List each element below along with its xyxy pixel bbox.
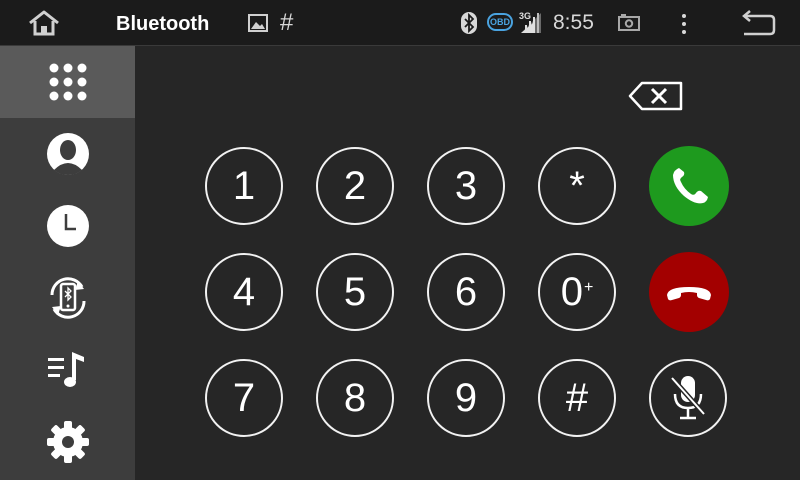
key-9[interactable]: 9 [427, 359, 505, 437]
sidebar-item-dialpad[interactable] [0, 46, 135, 118]
more-icon[interactable] [670, 10, 698, 38]
phone-icon [673, 168, 708, 204]
key-0[interactable]: 0 + [538, 253, 616, 331]
key-0-digit: 0 [560, 270, 583, 314]
gear-icon [46, 421, 89, 463]
key-2[interactable]: 2 [316, 147, 394, 225]
dialpad-icon [49, 63, 86, 101]
dialpad-panel: 1 2 3 * 4 5 6 0 + 7 8 9 # [135, 46, 800, 480]
sidebar-item-contacts[interactable] [0, 118, 135, 190]
call-button[interactable] [649, 146, 729, 226]
picture-icon[interactable] [248, 14, 268, 32]
sidebar-item-call-log[interactable] [0, 190, 135, 262]
contact-icon [46, 133, 89, 175]
key-hash[interactable]: # [538, 359, 616, 437]
key-star[interactable]: * [538, 147, 616, 225]
backspace-button[interactable] [628, 80, 684, 112]
clock-time: 8:55 [553, 11, 594, 34]
back-icon[interactable] [736, 10, 776, 38]
bluetooth-icon [460, 11, 478, 35]
key-5[interactable]: 5 [316, 253, 394, 331]
sidebar-item-settings[interactable] [0, 406, 135, 478]
mic-off-icon [670, 376, 706, 420]
more-dot [682, 30, 686, 34]
clock-icon [46, 205, 89, 247]
key-1[interactable]: 1 [205, 147, 283, 225]
sidebar-item-music[interactable] [0, 334, 135, 406]
key-7[interactable]: 7 [205, 359, 283, 437]
signal-icon: 3G [519, 11, 545, 35]
status-bar: Bluetooth # OBD 3G 8:55 [0, 0, 800, 46]
key-6[interactable]: 6 [427, 253, 505, 331]
mute-button[interactable] [649, 359, 727, 437]
sidebar-item-phone-sync[interactable] [0, 262, 135, 334]
hash-icon[interactable]: # [280, 9, 293, 37]
sidebar [0, 46, 135, 480]
key-3[interactable]: 3 [427, 147, 505, 225]
sync-icon [49, 277, 86, 319]
home-icon [29, 10, 59, 36]
more-dot [682, 14, 686, 18]
hangup-icon [667, 287, 711, 301]
more-dot [682, 22, 686, 26]
backspace-icon [628, 81, 683, 111]
key-4[interactable]: 4 [205, 253, 283, 331]
music-icon [47, 352, 84, 387]
hangup-button[interactable] [649, 252, 729, 332]
screenshot-icon[interactable] [618, 14, 640, 32]
home-button[interactable] [24, 8, 64, 38]
key-8[interactable]: 8 [316, 359, 394, 437]
key-0-plus: + [583, 279, 594, 296]
page-title: Bluetooth [116, 13, 210, 35]
obd-badge: OBD [487, 13, 513, 31]
